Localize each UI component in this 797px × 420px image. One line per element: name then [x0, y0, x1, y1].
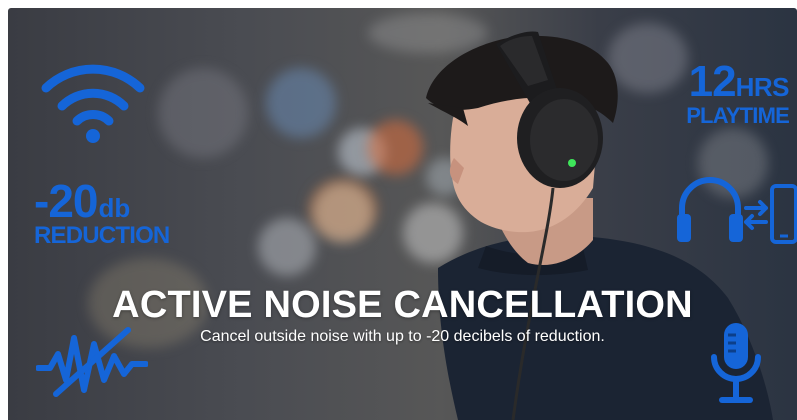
- playtime-stat: 12HRS PLAYTIME: [686, 57, 790, 128]
- noise-reduction-value: -20: [34, 175, 98, 227]
- playtime-unit: HRS: [735, 72, 790, 102]
- wifi-icon: [41, 64, 145, 143]
- banner-headline: ACTIVE NOISE CANCELLATION: [112, 284, 693, 326]
- headphone-phone-icon: [677, 177, 797, 244]
- product-banner: -20db REDUCTION 12HRS PLAYTIME ACTIVE NO…: [8, 8, 797, 420]
- noise-reduction-stat: -20db REDUCTION: [34, 175, 170, 249]
- banner-subheadline: Cancel outside noise with up to -20 deci…: [200, 328, 605, 345]
- playtime-caption: PLAYTIME: [686, 103, 790, 128]
- noise-reduction-unit: db: [98, 193, 131, 223]
- playtime-value: 12: [688, 57, 737, 106]
- noise-reduction-caption: REDUCTION: [34, 222, 170, 249]
